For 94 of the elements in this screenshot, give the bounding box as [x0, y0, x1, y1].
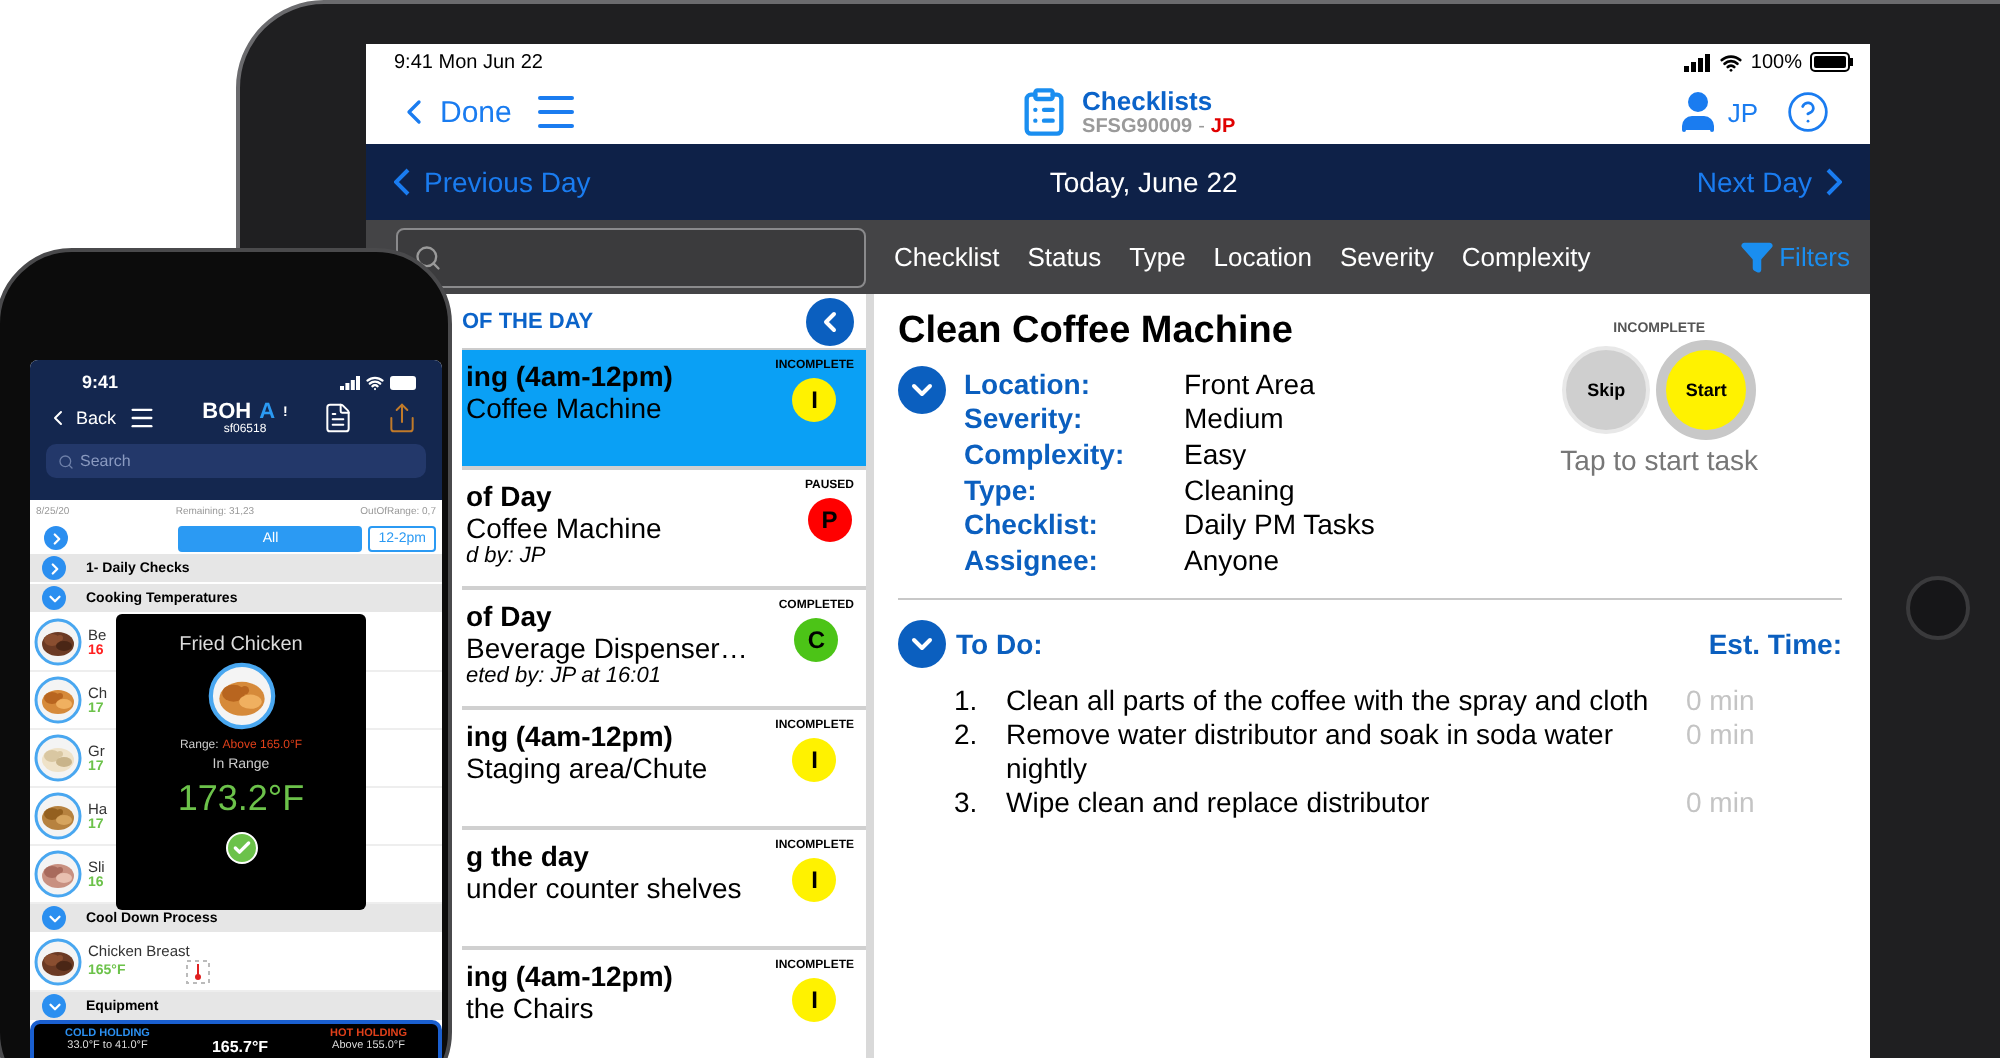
filter-tab[interactable]: Type	[1129, 242, 1186, 272]
logo-accent: A	[259, 400, 276, 424]
step-time: 0 min	[1686, 785, 1755, 820]
step-time: 0 min	[1686, 717, 1755, 754]
share-icon[interactable]	[385, 402, 418, 434]
search-field[interactable]	[396, 227, 866, 287]
task-note: d by: JP	[466, 544, 546, 568]
field-label: Checklist:	[964, 508, 1100, 541]
search-field[interactable]: Search	[46, 444, 426, 478]
task-period: g the day	[466, 840, 589, 872]
task-name: the Chairs	[466, 992, 594, 1024]
field-value: Easy	[1184, 437, 1247, 470]
back-button[interactable]: Back	[46, 406, 117, 430]
task-period: of Day	[466, 600, 552, 632]
field-label: Location:	[964, 367, 1092, 400]
field-value: Daily PM Tasks	[1184, 508, 1375, 541]
battery-icon	[390, 375, 418, 389]
section-title: To Do:	[956, 627, 1043, 660]
chevron-left-icon	[394, 168, 410, 196]
status-letter: C	[807, 626, 825, 654]
done-button[interactable]: Done	[394, 92, 512, 132]
start-hint: Tap to start task	[1560, 444, 1758, 476]
task-title: Clean Coffee Machine	[898, 310, 1293, 354]
filter-tab[interactable]: Status	[1027, 242, 1102, 272]
funnel-icon	[1739, 240, 1774, 274]
battery-icon	[1810, 52, 1854, 72]
field-label: Severity:	[964, 402, 1085, 435]
field-label: Complexity:	[964, 437, 1127, 470]
step-number: 2.	[954, 717, 980, 754]
search-icon	[414, 243, 442, 271]
logo-text: BOH	[202, 400, 252, 424]
step-text: Wipe clean and replace distributor	[1006, 785, 1432, 820]
task-period: ing (4am-12pm)	[466, 720, 673, 752]
task-period: of Day	[466, 480, 552, 512]
field-value: Cleaning	[1184, 473, 1295, 506]
search-icon	[58, 453, 74, 469]
site-code: SFSG90009	[1082, 116, 1193, 138]
signal-icon	[340, 375, 360, 389]
collapse-button[interactable]	[806, 297, 854, 345]
status-letter: P	[821, 506, 838, 534]
battery-percent: 100%	[1750, 51, 1802, 73]
wifi-icon	[366, 373, 384, 391]
wifi-icon	[1720, 51, 1743, 73]
start-button[interactable]: Start	[1656, 340, 1757, 440]
checkmark-icon	[231, 838, 251, 858]
current-day: Today, June 22	[1049, 166, 1238, 198]
skip-button[interactable]: Skip	[1562, 346, 1651, 434]
filter-tab[interactable]: Location	[1213, 242, 1312, 272]
next-day-button[interactable]: Next Day	[1696, 166, 1842, 198]
filter-tab[interactable]: Complexity	[1461, 242, 1591, 272]
step-number: 1.	[954, 683, 980, 718]
field-value: Anyone	[1184, 543, 1279, 576]
list-title: OF THE DAY	[462, 309, 594, 333]
column-header: Est. Time:	[1708, 627, 1842, 660]
popup-title: Fried Chicken	[179, 634, 303, 656]
field-label: Type:	[964, 473, 1039, 506]
task-name: Beverage Dispenser…	[466, 632, 748, 664]
status-letter: I	[811, 386, 818, 414]
filter-tab[interactable]: Checklist	[894, 242, 1000, 272]
task-name: under counter shelves	[466, 872, 742, 904]
menu-icon[interactable]	[128, 404, 157, 432]
help-icon[interactable]	[1786, 90, 1830, 134]
app-title: Checklists	[1082, 86, 1213, 116]
step-number: 3.	[954, 785, 980, 820]
task-name: Staging area/Chute	[466, 752, 708, 784]
previous-day-button[interactable]: Previous Day	[394, 166, 591, 198]
clock: 9:41 Mon Jun 22	[394, 51, 543, 73]
status-letter: I	[811, 746, 818, 774]
current-temperature: 165.7°F	[211, 1038, 269, 1056]
step-text: Remove water distributor and soak in soda water nightly	[1006, 717, 1615, 786]
status-letter: I	[811, 866, 818, 894]
expand-button[interactable]	[44, 526, 68, 550]
chevron-right-icon	[1825, 168, 1842, 196]
field-value: Front Area	[1184, 367, 1315, 400]
task-name: Coffee Machine	[466, 512, 662, 544]
filter-tab[interactable]: Severity	[1339, 242, 1434, 272]
document-icon[interactable]	[321, 402, 354, 434]
clock: 9:41	[82, 372, 119, 392]
field-value: Medium	[1184, 402, 1284, 435]
step-time: 0 min	[1686, 683, 1755, 718]
signal-icon	[1684, 53, 1713, 71]
separator: -	[1198, 116, 1205, 138]
task-period: ing (4am-12pm)	[466, 960, 673, 992]
todo-toggle[interactable]	[898, 619, 946, 668]
step-text: Clean all parts of the coffee with the spray and cloth	[1006, 683, 1651, 718]
task-period: ing (4am-12pm)	[466, 360, 673, 392]
task-name: Coffee Machine	[466, 392, 662, 424]
task-note: eted by: JP at 16:01	[466, 664, 661, 688]
user-initials: JP	[1210, 116, 1236, 138]
status-letter: I	[811, 986, 818, 1014]
temperature-value: 173.2°F	[177, 778, 305, 820]
details-toggle[interactable]	[898, 366, 946, 414]
field-label: Assignee:	[964, 543, 1100, 576]
user-button[interactable]: JP	[1673, 88, 1758, 136]
